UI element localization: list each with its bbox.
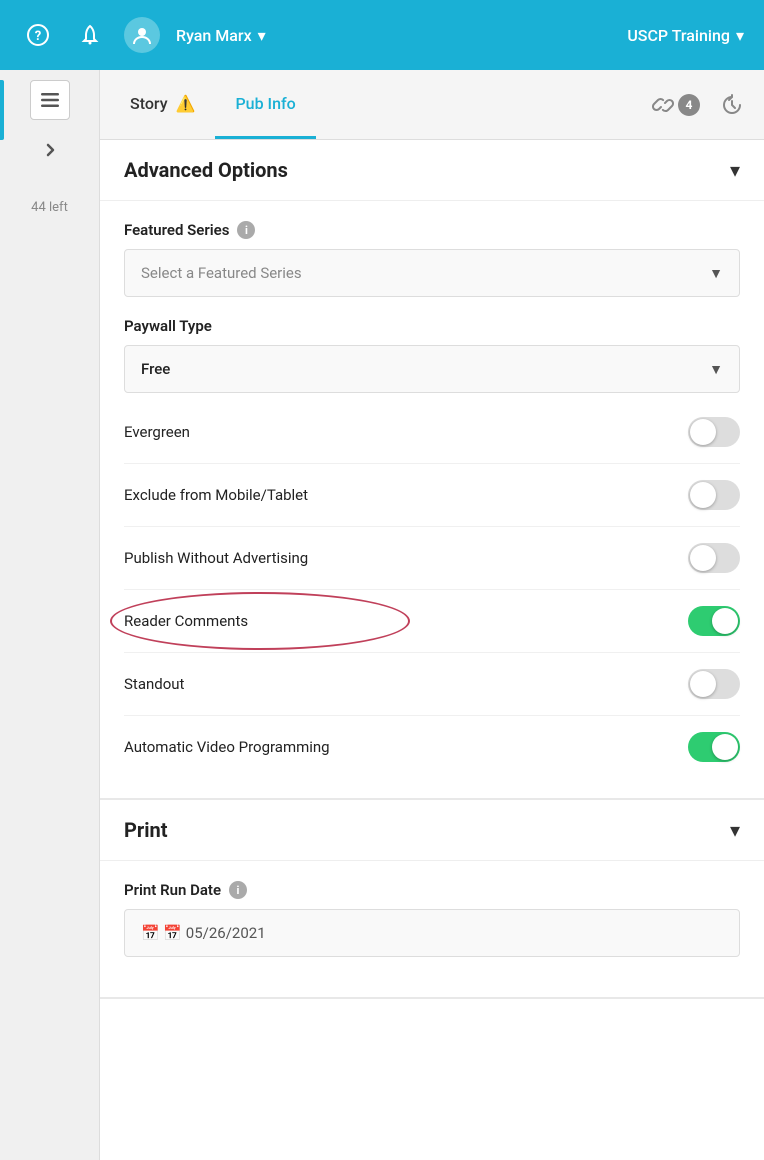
tab-story-label: Story [130, 94, 168, 113]
sidebar-count: 44 left [31, 200, 68, 215]
standout-label: Standout [124, 675, 184, 693]
toggles-container: Evergreen Exclude from Mobile/Tablet [124, 401, 740, 778]
org-dropdown-icon: ▾ [736, 26, 744, 45]
paywall-type-label: Paywall Type [124, 317, 740, 335]
tab-bar: Story ⚠️ Pub Info 4 [100, 70, 764, 140]
user-dropdown-icon: ▾ [258, 26, 266, 45]
evergreen-toggle-thumb [690, 419, 716, 445]
advanced-options-title: Advanced Options [124, 158, 288, 182]
toggle-row-auto-video: Automatic Video Programming [124, 716, 740, 778]
advanced-options-chevron[interactable]: ▾ [730, 158, 740, 182]
no-ads-toggle-track [688, 543, 740, 573]
tab-pub-info-label: Pub Info [235, 94, 295, 113]
standout-toggle[interactable] [688, 669, 740, 699]
print-run-date-info-icon[interactable]: i [229, 881, 247, 899]
standout-toggle-track [688, 669, 740, 699]
print-section: Print ▾ Print Run Date i 📅 📅 05/26/2021 [100, 800, 764, 999]
main-layout: 44 left Story ⚠️ Pub Info 4 [0, 70, 764, 1160]
sidebar-indicator [0, 80, 4, 140]
help-icon[interactable]: ? [20, 17, 56, 53]
link-tab-icon[interactable]: 4 [642, 86, 710, 124]
auto-video-toggle[interactable] [688, 732, 740, 762]
featured-series-info-icon[interactable]: i [237, 221, 255, 239]
paywall-type-select[interactable]: Free ▼ [124, 345, 740, 393]
org-menu[interactable]: USCP Training ▾ [627, 26, 744, 45]
evergreen-toggle-track [688, 417, 740, 447]
org-name: USCP Training [627, 26, 730, 45]
featured-series-placeholder: Select a Featured Series [141, 264, 302, 282]
reader-comments-label: Reader Comments [124, 612, 248, 630]
content-area: Advanced Options ▾ Featured Series i Sel… [100, 140, 764, 1160]
top-bar: ? Ryan Marx ▾ USCP Training ▾ [0, 0, 764, 70]
toggle-row-reader-comments: Reader Comments [124, 590, 740, 653]
notification-bell-icon[interactable] [72, 17, 108, 53]
print-run-date-field[interactable]: 📅 📅 05/26/2021 [124, 909, 740, 957]
featured-series-select[interactable]: Select a Featured Series ▼ [124, 249, 740, 297]
print-section-chevron[interactable]: ▾ [730, 818, 740, 842]
print-run-date-label: Print Run Date i [124, 881, 740, 899]
reader-comments-toggle-thumb [712, 608, 738, 634]
no-ads-toggle[interactable] [688, 543, 740, 573]
exclude-mobile-toggle-thumb [690, 482, 716, 508]
reader-comments-toggle[interactable] [688, 606, 740, 636]
paywall-type-value: Free [141, 360, 170, 378]
evergreen-toggle[interactable] [688, 417, 740, 447]
no-ads-label: Publish Without Advertising [124, 549, 308, 567]
evergreen-label: Evergreen [124, 423, 190, 441]
advanced-options-header: Advanced Options ▾ [100, 140, 764, 201]
print-section-title: Print [124, 818, 168, 842]
toggle-row-evergreen: Evergreen [124, 401, 740, 464]
story-warning-icon: ⚠️ [176, 94, 196, 113]
avatar-icon[interactable] [124, 17, 160, 53]
exclude-mobile-toggle[interactable] [688, 480, 740, 510]
print-section-body: Print Run Date i 📅 📅 05/26/2021 [100, 861, 764, 999]
sidebar-left: 44 left [0, 70, 100, 1160]
history-tab-icon[interactable] [710, 85, 754, 125]
svg-text:?: ? [35, 29, 41, 44]
print-run-date-value: 📅 📅 05/26/2021 [141, 924, 266, 942]
auto-video-toggle-track [688, 732, 740, 762]
featured-series-label: Featured Series i [124, 221, 740, 239]
toggle-row-exclude-mobile: Exclude from Mobile/Tablet [124, 464, 740, 527]
advanced-options-body: Featured Series i Select a Featured Seri… [100, 201, 764, 800]
reader-comments-toggle-track [688, 606, 740, 636]
toggle-row-no-ads: Publish Without Advertising [124, 527, 740, 590]
tab-story[interactable]: Story ⚠️ [110, 70, 215, 139]
user-menu[interactable]: Ryan Marx ▾ [176, 26, 266, 45]
sidebar-expand-button[interactable] [30, 130, 70, 170]
user-name: Ryan Marx [176, 26, 252, 45]
toggle-row-standout: Standout [124, 653, 740, 716]
auto-video-toggle-thumb [712, 734, 738, 760]
auto-video-label: Automatic Video Programming [124, 738, 330, 756]
tab-pub-info[interactable]: Pub Info [215, 70, 315, 139]
no-ads-toggle-thumb [690, 545, 716, 571]
link-badge: 4 [678, 94, 700, 116]
standout-toggle-thumb [690, 671, 716, 697]
exclude-mobile-toggle-track [688, 480, 740, 510]
exclude-mobile-label: Exclude from Mobile/Tablet [124, 486, 308, 504]
featured-series-chevron-icon: ▼ [709, 265, 723, 282]
right-panel: Story ⚠️ Pub Info 4 [100, 70, 764, 1160]
print-section-header: Print ▾ [100, 800, 764, 861]
sidebar-menu-button[interactable] [30, 80, 70, 120]
paywall-type-chevron-icon: ▼ [709, 361, 723, 378]
